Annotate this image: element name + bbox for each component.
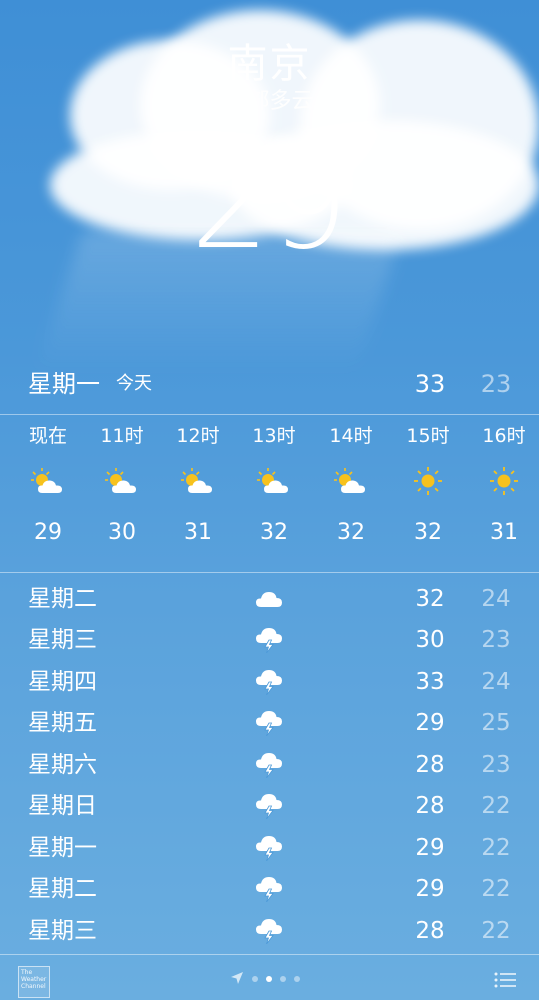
- thunderstorm-icon: [254, 627, 284, 654]
- page-dot: [280, 976, 286, 982]
- today-label: 今天: [116, 373, 152, 394]
- page-dot-active: [266, 976, 272, 982]
- cloud-icon: [254, 586, 284, 612]
- sun-icon: [466, 456, 539, 506]
- daily-day: 星期六: [28, 752, 97, 778]
- hour-item: 现在 29: [10, 416, 86, 560]
- daily-low: 24: [481, 669, 511, 695]
- daily-row: 星期四 33 24: [0, 661, 539, 703]
- hour-item: 11时 30: [84, 416, 160, 560]
- daily-low: 22: [481, 876, 511, 902]
- hour-temp: 31: [184, 520, 212, 545]
- daily-high: 33: [415, 669, 445, 695]
- sun-icon: [390, 456, 466, 506]
- daily-row: 星期日 28 22: [0, 785, 539, 827]
- thunderstorm-icon: [254, 752, 284, 779]
- current-temperature: 29: [190, 133, 349, 277]
- daily-day: 星期一: [28, 835, 97, 861]
- page-dot: [252, 976, 258, 982]
- hour-item: 16时 31: [466, 416, 539, 560]
- hour-temp: 30: [108, 520, 136, 545]
- divider: [0, 414, 539, 415]
- today-low: 23: [480, 370, 512, 398]
- daily-high: 28: [415, 793, 445, 819]
- partly-cloudy-sun-icon: [10, 456, 86, 506]
- partly-cloudy-sun-icon: [313, 456, 389, 506]
- daily-row: 星期三 28 22: [0, 910, 539, 952]
- hour-time: 13时: [252, 425, 296, 447]
- divider: [0, 572, 539, 573]
- hourly-forecast[interactable]: 现在 29 11时 30 12时 31 13时 32 14时 32 15时 32…: [0, 416, 539, 572]
- hour-time: 11时: [100, 425, 144, 447]
- hour-temp: 32: [260, 520, 288, 545]
- partly-cloudy-sun-icon: [160, 456, 236, 506]
- hour-time: 15时: [406, 425, 450, 447]
- bottom-toolbar: The Weather Channel: [0, 956, 539, 1000]
- thunderstorm-icon: [254, 835, 284, 862]
- daily-low: 23: [481, 627, 511, 653]
- daily-day: 星期二: [28, 876, 97, 902]
- daily-row: 星期六 28 23: [0, 744, 539, 786]
- daily-day: 星期二: [28, 586, 97, 612]
- daily-row: 星期二 32 24: [0, 578, 539, 620]
- page-indicator[interactable]: [230, 970, 300, 989]
- daily-low: 24: [481, 586, 511, 612]
- daily-low: 22: [481, 835, 511, 861]
- thunderstorm-icon: [254, 793, 284, 820]
- daily-low: 22: [481, 918, 511, 944]
- today-high: 33: [414, 370, 446, 398]
- weather-condition: 局部多云: [225, 89, 314, 114]
- hour-time: 现在: [28, 425, 67, 447]
- hour-item: 12时 31: [160, 416, 236, 560]
- today-summary: 星期一 今天 33 23: [0, 364, 539, 404]
- daily-row: 星期二 29 22: [0, 868, 539, 910]
- daily-day: 星期五: [28, 710, 97, 736]
- list-icon[interactable]: [494, 972, 516, 988]
- hour-item: 15时 32: [390, 416, 466, 560]
- daily-high: 32: [415, 586, 445, 612]
- hour-item: 13时 32: [236, 416, 312, 560]
- thunderstorm-icon: [254, 710, 284, 737]
- daily-high: 28: [415, 752, 445, 778]
- daily-high: 29: [415, 876, 445, 902]
- daily-row: 星期一 29 22: [0, 827, 539, 869]
- daily-row: 星期五 29 25: [0, 702, 539, 744]
- daily-high: 29: [415, 835, 445, 861]
- daily-day: 星期三: [28, 627, 97, 653]
- daily-high: 29: [415, 710, 445, 736]
- thunderstorm-icon: [254, 669, 284, 696]
- location-arrow-icon: [230, 970, 244, 989]
- hour-temp: 32: [414, 520, 442, 545]
- thunderstorm-icon: [254, 918, 284, 945]
- daily-day: 星期三: [28, 918, 97, 944]
- location-header: 南京 局部多云: [0, 40, 539, 116]
- daily-low: 25: [481, 710, 511, 736]
- today-day: 星期一: [28, 370, 100, 398]
- hour-time: 16时: [482, 425, 526, 447]
- daily-low: 23: [481, 752, 511, 778]
- daily-day: 星期日: [28, 793, 97, 819]
- daily-row: 星期三 30 23: [0, 619, 539, 661]
- weather-channel-logo[interactable]: The Weather Channel: [18, 966, 50, 998]
- logo-text: The Weather Channel: [21, 969, 47, 990]
- thunderstorm-icon: [254, 876, 284, 903]
- hour-time: 14时: [329, 425, 373, 447]
- hour-temp: 32: [337, 520, 365, 545]
- daily-day: 星期四: [28, 669, 97, 695]
- hour-time: 12时: [176, 425, 220, 447]
- hour-item: 14时 32: [313, 416, 389, 560]
- city-name: 南京: [227, 41, 312, 87]
- hour-temp: 31: [490, 520, 518, 545]
- partly-cloudy-sun-icon: [84, 456, 160, 506]
- page-dot: [294, 976, 300, 982]
- daily-high: 30: [415, 627, 445, 653]
- daily-low: 22: [481, 793, 511, 819]
- divider: [0, 954, 539, 955]
- hour-temp: 29: [34, 520, 62, 545]
- partly-cloudy-sun-icon: [236, 456, 312, 506]
- daily-high: 28: [415, 918, 445, 944]
